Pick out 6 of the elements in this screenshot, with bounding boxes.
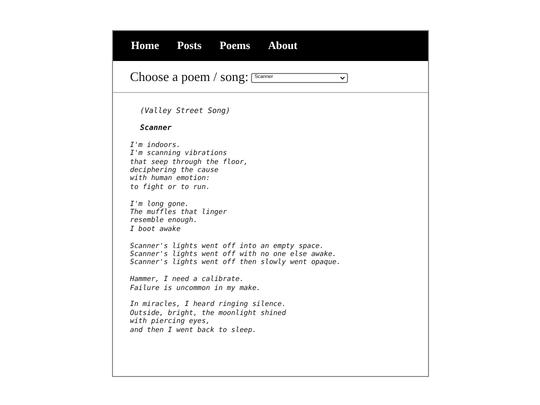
nav-link[interactable]: About — [268, 38, 298, 54]
nav-link[interactable]: Posts — [177, 38, 202, 54]
nav-link[interactable]: Poems — [220, 38, 250, 54]
nav-link[interactable]: Home — [131, 38, 160, 54]
chooser-label: Choose a poem / song: — [130, 68, 248, 86]
chevron-down-icon — [340, 76, 346, 80]
